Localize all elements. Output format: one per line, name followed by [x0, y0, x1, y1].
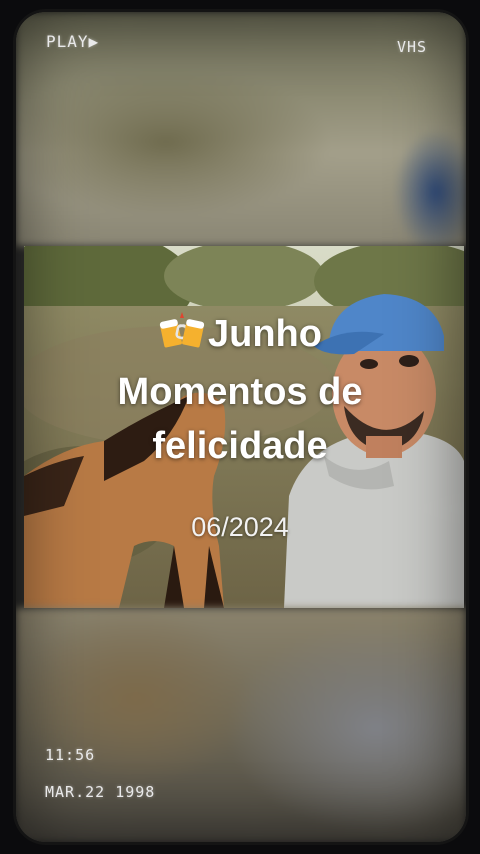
- play-label: PLAY: [46, 32, 89, 51]
- vhs-label: VHS: [397, 38, 428, 56]
- beer-mugs-icon: [159, 312, 205, 348]
- title-line-2: Momentos de: [117, 371, 363, 413]
- play-indicator: PLAY▶: [46, 32, 99, 51]
- title-junho: Junho: [208, 313, 322, 355]
- vhs-time-stamp: 11:56: [45, 746, 96, 764]
- vhs-date-stamp: MAR.22 1998: [45, 783, 156, 801]
- title-line-1: Junho: [0, 310, 480, 358]
- blurred-background-bottom: [16, 608, 466, 842]
- caption-date: 06/2024: [191, 512, 289, 542]
- title-line-3: felicidade: [152, 425, 328, 467]
- play-triangle-icon: ▶: [88, 32, 100, 51]
